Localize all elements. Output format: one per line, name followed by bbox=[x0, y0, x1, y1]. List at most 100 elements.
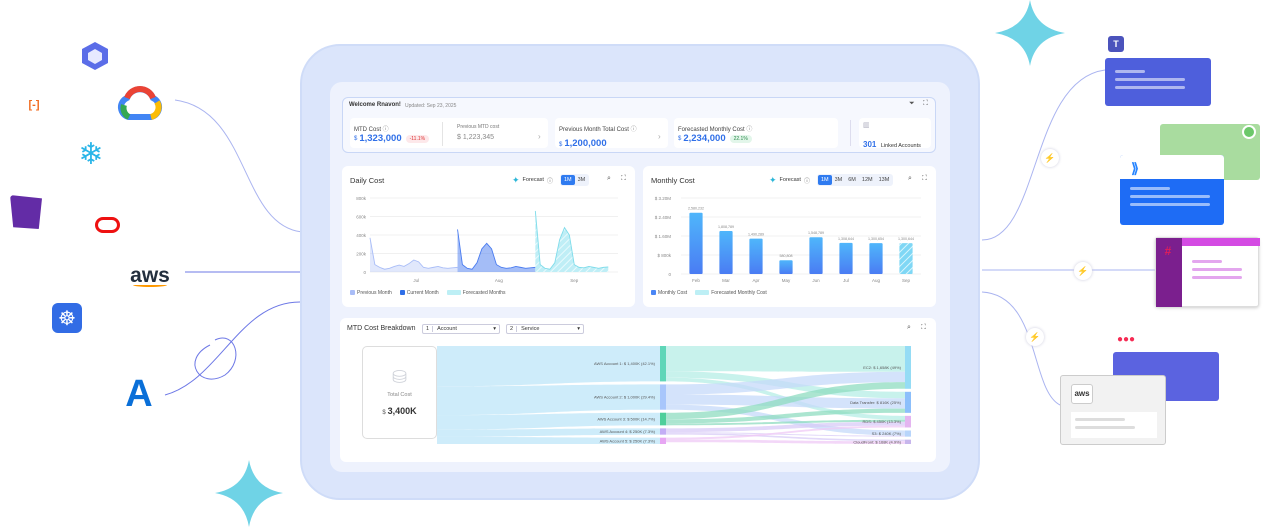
coins-icon: ⛁ bbox=[391, 367, 408, 387]
service-node bbox=[905, 391, 911, 413]
monthly-legend: Monthly Cost Forecasted Monthly Cost bbox=[651, 290, 767, 296]
legend-current-month: Current Month bbox=[399, 290, 439, 296]
x-tick-label: May bbox=[782, 278, 791, 283]
info-icon: ⓘ bbox=[546, 178, 553, 185]
google-cloud-logo bbox=[117, 85, 163, 121]
service-node bbox=[905, 430, 911, 437]
account-node bbox=[660, 437, 666, 444]
service-label: RDS: $ 450K (13.3%) bbox=[863, 419, 902, 424]
account-label: AWS Account 3: $ 500K (14.7%) bbox=[597, 417, 655, 422]
linked-count: 301 bbox=[863, 140, 877, 149]
bar-jul bbox=[839, 242, 853, 274]
previous-month-kpi[interactable]: Previous Month Total Cost ⓘ $1,200,000 › bbox=[555, 118, 668, 149]
y-tick-label: 800k bbox=[356, 196, 367, 201]
zoom-icon[interactable]: ⌕ bbox=[908, 175, 912, 183]
legend-monthly-cost: Monthly Cost bbox=[651, 290, 687, 296]
x-tick-label: Sep bbox=[570, 278, 579, 283]
zoom-icon[interactable]: ⌕ bbox=[607, 175, 611, 183]
total-cost-value: 3,400K bbox=[387, 406, 417, 416]
expand-icon[interactable]: ⛶ bbox=[922, 175, 927, 183]
mtd-cost-kpi[interactable]: MTD Cost ⓘ $1,323,000 -11.1% Previous MTD… bbox=[350, 118, 548, 148]
account-label: AWS Account 2: $ 1,000K (29.4%) bbox=[594, 395, 656, 400]
teams-integration-card bbox=[1105, 58, 1211, 106]
linked-accounts-kpi[interactable]: ▥ 301 Linked Accounts bbox=[859, 118, 931, 149]
account-node bbox=[660, 384, 666, 410]
sparkle-icon: ✦ bbox=[512, 174, 520, 185]
updated-text: Updated: Sep 23, 2025 bbox=[405, 103, 457, 109]
x-tick-label: Apr bbox=[752, 278, 760, 283]
kubernetes-logo: ☸ bbox=[52, 303, 82, 333]
daily-cost-title: Daily Cost bbox=[350, 176, 385, 185]
range-13m[interactable]: 13M bbox=[876, 175, 893, 185]
y-tick-label: 0 bbox=[363, 270, 366, 275]
monthly-cost-card: Monthly Cost ✦ Forecast ⓘ 1M 3M 6M 12M 13M ⌕… bbox=[643, 166, 936, 307]
daily-cost-card: Daily Cost ✦ Forecast ⓘ 1M 3M ⌕ ⛶ 0 200k 40… bbox=[342, 166, 635, 307]
area-jul bbox=[370, 237, 458, 272]
range-6m[interactable]: 6M bbox=[845, 175, 859, 185]
x-tick-label: Jul bbox=[843, 278, 849, 283]
range-selector: 1M 3M 6M 12M 13M bbox=[816, 174, 894, 186]
teams-icon: T bbox=[1108, 36, 1124, 52]
range-3m[interactable]: 3M bbox=[832, 175, 846, 185]
welcome-text: Welcome Rnavon! bbox=[349, 102, 401, 108]
bar-value-label: 1,308,644 bbox=[838, 237, 854, 241]
service-label: EC2: $ 1,658K (49%) bbox=[863, 365, 901, 370]
daily-cost-chart: 0 200k 400k 600k 800k Jul Aug Sep bbox=[356, 196, 618, 283]
bar-sep bbox=[899, 243, 913, 274]
total-cost-box: ⛁ Total Cost $3,400K bbox=[362, 346, 437, 439]
info-icon: ⓘ bbox=[630, 127, 637, 133]
range-1m[interactable]: 1M bbox=[560, 175, 575, 185]
chevron-right-icon[interactable]: › bbox=[538, 132, 541, 141]
forecast-value: 2,234,000 bbox=[683, 133, 726, 144]
bar-apr bbox=[749, 238, 763, 274]
cost-breakdown-card: MTD Cost Breakdown 1 Account ▾ 2 Service ▾ ⌕… bbox=[340, 318, 936, 462]
y-tick-label: 200k bbox=[356, 252, 367, 257]
service-node bbox=[905, 439, 911, 444]
service-label: S3: $ 240K (7%) bbox=[872, 431, 902, 436]
azure-logo: A bbox=[125, 372, 153, 415]
area-aug bbox=[457, 229, 536, 272]
filter-icon[interactable]: ⏷ bbox=[909, 100, 915, 108]
aws-icon: aws bbox=[1071, 384, 1093, 404]
x-tick-label: Mar bbox=[722, 278, 730, 283]
area-sep bbox=[535, 210, 609, 272]
slack-icon: # bbox=[1164, 244, 1172, 258]
account-node bbox=[660, 412, 666, 426]
forecast-label: Forecast bbox=[779, 177, 801, 183]
snowflake-logo: ❄ bbox=[78, 137, 104, 171]
range-12m[interactable]: 12M bbox=[859, 175, 876, 185]
flow-total-to-account bbox=[437, 384, 660, 416]
prev-mtd-label: Previous MTD cost bbox=[457, 124, 500, 130]
x-tick-label: Sep bbox=[902, 278, 911, 283]
bolt-icon: ⚡ bbox=[1074, 262, 1092, 280]
y-tick-label: $ 800k bbox=[657, 253, 671, 258]
monthly-cost-title: Monthly Cost bbox=[651, 176, 695, 185]
range-3m[interactable]: 3M bbox=[575, 175, 589, 185]
user-icon bbox=[1242, 125, 1256, 139]
x-tick-label: Jul bbox=[413, 278, 419, 283]
sparkle-icon: ✦ bbox=[769, 174, 777, 185]
aws-logo: aws bbox=[130, 263, 170, 287]
forecast-kpi[interactable]: Forecasted Monthly Cost ⓘ $2,234,000 22.1… bbox=[674, 118, 838, 148]
x-tick-label: Aug bbox=[495, 278, 504, 283]
bar-value-label: 2,580,232 bbox=[688, 207, 704, 211]
bar-aug bbox=[869, 243, 883, 274]
alibaba-cloud-logo: [-] bbox=[28, 99, 40, 111]
y-tick-label: 400k bbox=[356, 233, 367, 238]
bar-jun bbox=[809, 237, 823, 274]
account-label: AWS Account 5: $ 250K (7.3%) bbox=[600, 438, 656, 443]
service-label: Data Transfer: $ 816K (25%) bbox=[850, 400, 902, 405]
account-label: AWS Account 1: $ 1,400K (42.1%) bbox=[594, 361, 656, 366]
y-tick-label: 0 bbox=[668, 272, 671, 277]
y-tick-label: $ 2.40M bbox=[655, 215, 672, 220]
expand-icon[interactable]: ⛶ bbox=[621, 175, 626, 183]
range-1m[interactable]: 1M bbox=[817, 175, 832, 185]
account-node bbox=[660, 428, 666, 435]
service-node bbox=[905, 346, 911, 389]
datadog-logo bbox=[10, 195, 42, 229]
bar-value-label: 1,300,654 bbox=[868, 237, 884, 241]
chevron-right-icon[interactable]: › bbox=[658, 132, 661, 141]
jira-icon: ⟫ bbox=[1131, 159, 1139, 176]
expand-icon[interactable]: ⛶ bbox=[923, 100, 928, 108]
daily-legend: Previous Month Current Month Forecasted … bbox=[350, 290, 506, 296]
